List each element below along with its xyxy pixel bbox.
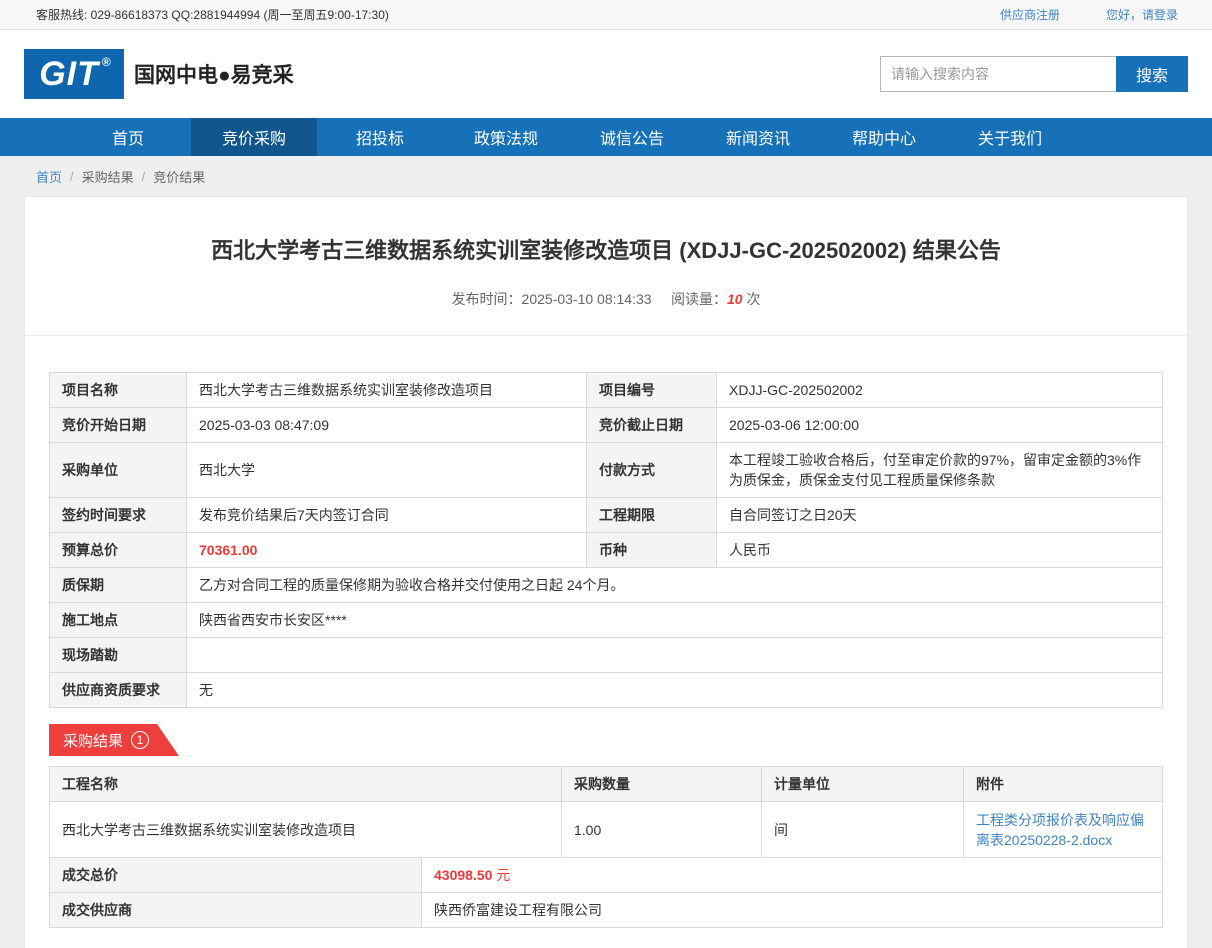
nav-item-bidding-purchase[interactable]: 竞价采购 [191, 118, 317, 156]
detail-value: 陕西省西安市长安区**** [187, 603, 1163, 638]
detail-value: 发布竞价结果后7天内签订合同 [187, 498, 587, 533]
table-row: 项目名称 西北大学考古三维数据系统实训室装修改造项目 项目编号 XDJJ-GC-… [50, 373, 1163, 408]
site-header: GIT® 国网中电●易竞采 搜索 [0, 30, 1212, 118]
site-brand-title: 国网中电●易竞采 [134, 59, 294, 89]
detail-value: 乙方对合同工程的质量保修期为验收合格并交付使用之日起 24个月。 [187, 568, 1163, 603]
nav-item-about-us[interactable]: 关于我们 [947, 118, 1073, 156]
detail-label: 项目编号 [587, 373, 717, 408]
purchase-result-table: 工程名称 采购数量 计量单位 附件 西北大学考古三维数据系统实训室装修改造项目 … [49, 766, 1163, 858]
column-header-unit: 计量单位 [762, 767, 964, 802]
nav-item-home[interactable]: 首页 [65, 118, 191, 156]
detail-label: 工程期限 [587, 498, 717, 533]
page-title: 西北大学考古三维数据系统实训室装修改造项目 (XDJJ-GC-202502002… [49, 233, 1163, 265]
column-header-project-name: 工程名称 [50, 767, 562, 802]
nav-item-policies[interactable]: 政策法规 [443, 118, 569, 156]
table-row: 现场踏勘 [50, 638, 1163, 673]
table-row: 竞价开始日期 2025-03-03 08:47:09 竞价截止日期 2025-0… [50, 408, 1163, 443]
nav-item-tenders[interactable]: 招投标 [317, 118, 443, 156]
deal-summary-table: 成交总价 43098.50 元 成交供应商 陕西侨富建设工程有限公司 [49, 857, 1163, 928]
deal-supplier-label: 成交供应商 [50, 893, 422, 928]
detail-label: 币种 [587, 533, 717, 568]
table-row: 成交总价 43098.50 元 [50, 858, 1163, 893]
detail-value: 2025-03-03 08:47:09 [187, 408, 587, 443]
table-row: 预算总价 70361.00 币种 人民币 [50, 533, 1163, 568]
search-bar: 搜索 [880, 56, 1188, 92]
result-count-badge: 1 [131, 731, 149, 749]
table-row: 西北大学考古三维数据系统实训室装修改造项目 1.00 间 工程类分项报价表及响应… [50, 802, 1163, 858]
column-header-attachment: 附件 [964, 767, 1163, 802]
breadcrumb-separator: / [70, 169, 74, 184]
supplier-register-link[interactable]: 供应商注册 [1000, 6, 1060, 23]
main-nav: 首页 竞价采购 招投标 政策法规 诚信公告 新闻资讯 帮助中心 关于我们 [0, 118, 1212, 156]
login-link[interactable]: 您好，请登录 [1106, 6, 1178, 23]
purchase-result-tab-label: 采购结果 [63, 730, 123, 751]
divider [25, 335, 1187, 336]
article-meta: 发布时间：2025-03-10 08:14:33 阅读量：10 次 [49, 289, 1163, 309]
search-button[interactable]: 搜索 [1116, 56, 1188, 92]
views-count: 10 [727, 291, 743, 307]
views-unit: 次 [746, 291, 760, 307]
table-row: 成交供应商 陕西侨富建设工程有限公司 [50, 893, 1163, 928]
detail-value: XDJJ-GC-202502002 [717, 373, 1163, 408]
publish-time-value: 2025-03-10 08:14:33 [522, 291, 652, 307]
top-utility-bar: 客服热线: 029-86618373 QQ:2881944994 (周一至周五9… [0, 0, 1212, 30]
nav-item-news[interactable]: 新闻资讯 [695, 118, 821, 156]
table-row: 采购单位 西北大学 付款方式 本工程竣工验收合格后，付至审定价款的97%，留审定… [50, 443, 1163, 498]
detail-label: 施工地点 [50, 603, 187, 638]
search-input[interactable] [880, 56, 1116, 92]
result-quantity: 1.00 [562, 802, 762, 858]
deal-total-value: 43098.50 [434, 867, 492, 883]
detail-label: 项目名称 [50, 373, 187, 408]
detail-value: 无 [187, 673, 1163, 708]
topbar-links: 供应商注册 您好，请登录 [1000, 6, 1178, 23]
detail-value: 2025-03-06 12:00:00 [717, 408, 1163, 443]
detail-label: 签约时间要求 [50, 498, 187, 533]
detail-value: 人民币 [717, 533, 1163, 568]
table-row: 供应商资质要求 无 [50, 673, 1163, 708]
nav-item-help-center[interactable]: 帮助中心 [821, 118, 947, 156]
detail-label: 竞价开始日期 [50, 408, 187, 443]
registered-trademark-icon: ® [102, 55, 112, 69]
result-unit: 间 [762, 802, 964, 858]
column-header-quantity: 采购数量 [562, 767, 762, 802]
detail-label: 现场踏勘 [50, 638, 187, 673]
table-row: 质保期 乙方对合同工程的质量保修期为验收合格并交付使用之日起 24个月。 [50, 568, 1163, 603]
attachment-download-link[interactable]: 工程类分项报价表及响应偏离表20250228-2.docx [976, 812, 1144, 848]
table-row: 签约时间要求 发布竞价结果后7天内签订合同 工程期限 自合同签订之日20天 [50, 498, 1163, 533]
detail-label: 供应商资质要求 [50, 673, 187, 708]
nav-item-integrity-notices[interactable]: 诚信公告 [569, 118, 695, 156]
page-area: 首页 / 采购结果 / 竞价结果 西北大学考古三维数据系统实训室装修改造项目 (… [0, 156, 1212, 948]
detail-label: 付款方式 [587, 443, 717, 498]
deal-total-unit: 元 [496, 867, 510, 883]
detail-value: 西北大学 [187, 443, 587, 498]
deal-supplier-name: 陕西侨富建设工程有限公司 [422, 893, 1163, 928]
result-project-name: 西北大学考古三维数据系统实训室装修改造项目 [50, 802, 562, 858]
table-row: 施工地点 陕西省西安市长安区**** [50, 603, 1163, 638]
budget-total-value: 70361.00 [187, 533, 587, 568]
breadcrumb-bidding-results: 竞价结果 [153, 167, 205, 186]
breadcrumb: 首页 / 采购结果 / 竞价结果 [24, 156, 1188, 196]
detail-value [187, 638, 1163, 673]
detail-value: 本工程竣工验收合格后，付至审定价款的97%，留审定金额的3%作为质保金，质保金支… [717, 443, 1163, 498]
logo-text: GIT [39, 55, 99, 94]
hotline-text: 客服热线: 029-86618373 QQ:2881944994 (周一至周五9… [36, 6, 389, 23]
publish-time-label: 发布时间： [452, 291, 522, 307]
detail-label: 采购单位 [50, 443, 187, 498]
detail-label: 预算总价 [50, 533, 187, 568]
views-label: 阅读量： [671, 291, 727, 307]
detail-value: 西北大学考古三维数据系统实训室装修改造项目 [187, 373, 587, 408]
purchase-result-tab: 采购结果 1 [49, 724, 179, 756]
deal-total-label: 成交总价 [50, 858, 422, 893]
detail-label: 质保期 [50, 568, 187, 603]
project-detail-table: 项目名称 西北大学考古三维数据系统实训室装修改造项目 项目编号 XDJJ-GC-… [49, 372, 1163, 708]
breadcrumb-purchase-results[interactable]: 采购结果 [82, 167, 134, 186]
breadcrumb-home-link[interactable]: 首页 [36, 167, 62, 186]
breadcrumb-separator: / [142, 169, 146, 184]
announcement-card: 西北大学考古三维数据系统实训室装修改造项目 (XDJJ-GC-202502002… [24, 196, 1188, 948]
table-header-row: 工程名称 采购数量 计量单位 附件 [50, 767, 1163, 802]
detail-value: 自合同签订之日20天 [717, 498, 1163, 533]
site-logo[interactable]: GIT® [24, 49, 124, 99]
detail-label: 竞价截止日期 [587, 408, 717, 443]
